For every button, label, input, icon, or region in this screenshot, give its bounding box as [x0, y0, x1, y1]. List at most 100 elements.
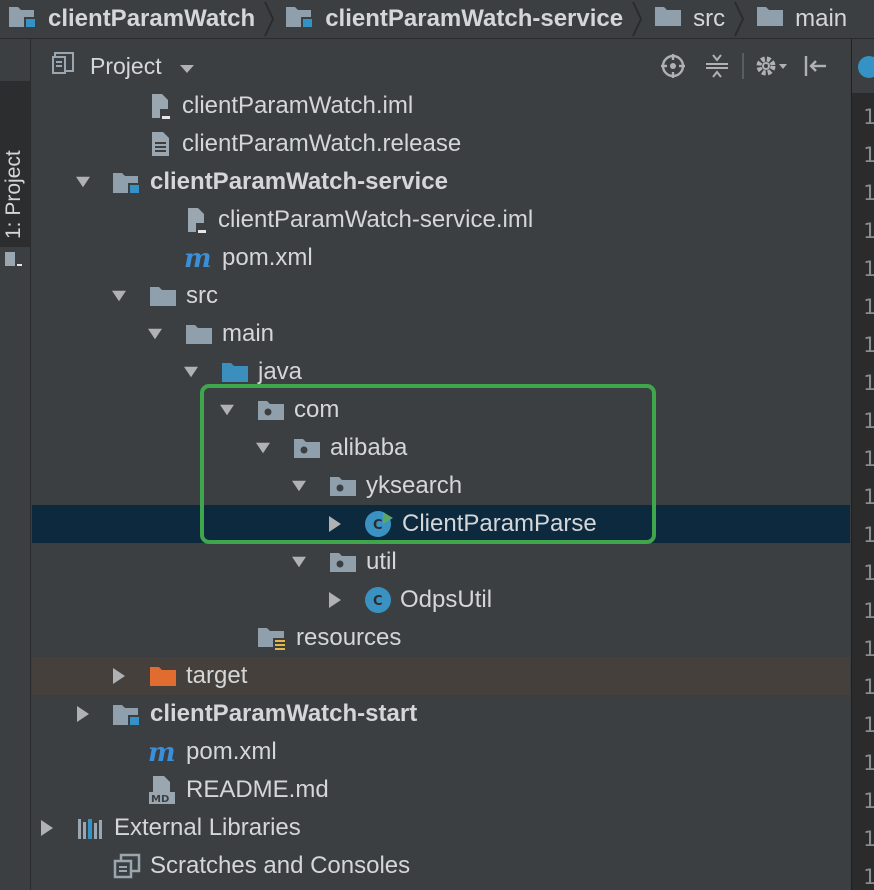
tree-row[interactable]: C ClientParamParse: [32, 505, 850, 543]
project-tool-tab[interactable]: 1: Project: [0, 81, 30, 269]
editor-area: 1111111111111111111111: [851, 39, 874, 890]
tree-row[interactable]: yksearch: [32, 467, 850, 505]
tree-row[interactable]: C OdpsUtil: [32, 581, 850, 619]
tree-row-label: alibaba: [330, 434, 408, 461]
markdown-file-icon: MD: [148, 775, 178, 805]
expanded-arrow-icon[interactable]: [292, 555, 306, 569]
expanded-arrow-icon[interactable]: [256, 441, 270, 455]
tree-row[interactable]: clientParamWatch-service: [32, 163, 850, 201]
collapsed-arrow-icon[interactable]: [76, 706, 90, 722]
package-icon: [256, 397, 286, 423]
resources-folder-icon: [256, 624, 288, 652]
project-view-selector[interactable]: Project: [52, 51, 194, 81]
tree-row[interactable]: main: [32, 315, 850, 353]
iml-file-icon: [184, 206, 210, 234]
tree-row[interactable]: util: [32, 543, 850, 581]
breadcrumb-item[interactable]: clientParamWatch-service: [277, 0, 629, 38]
module-folder-icon: [112, 701, 142, 727]
line-number: 1: [863, 713, 874, 737]
runnable-class-icon: C: [364, 510, 394, 538]
module-folder-icon: [112, 169, 142, 195]
line-number: 1: [863, 865, 874, 889]
tree-row[interactable]: target: [32, 657, 850, 695]
excluded-folder-icon: [148, 663, 178, 689]
expanded-arrow-icon[interactable]: [76, 175, 90, 189]
expanded-arrow-icon[interactable]: [184, 365, 198, 379]
project-tool-tab-label[interactable]: 1: Project: [1, 89, 27, 239]
tree-row-label: yksearch: [366, 472, 463, 499]
collapsed-arrow-icon[interactable]: [328, 516, 342, 532]
svg-text:MD: MD: [151, 794, 169, 805]
editor-tab[interactable]: [852, 39, 874, 94]
iml-file-icon: [148, 92, 174, 120]
locate-icon[interactable]: [656, 49, 690, 83]
collapsed-arrow-icon[interactable]: [328, 592, 342, 608]
tree-row-label: util: [366, 548, 397, 575]
tree-row[interactable]: java: [32, 353, 850, 391]
expanded-arrow-icon[interactable]: [220, 403, 234, 417]
tree-row[interactable]: clientParamWatch-start: [32, 695, 850, 733]
tree-row[interactable]: MD README.md: [32, 771, 850, 809]
line-number: 1: [863, 295, 874, 319]
breadcrumb-label: clientParamWatch-service: [325, 5, 624, 32]
tree-row[interactable]: m pom.xml: [32, 239, 850, 277]
libraries-icon: [76, 815, 106, 841]
package-icon: [328, 549, 358, 575]
tree-row-label: target: [186, 662, 248, 689]
tree-row[interactable]: com: [32, 391, 850, 429]
line-number: 1: [863, 789, 874, 813]
line-number: 1: [863, 143, 874, 167]
line-number: 1: [863, 447, 874, 471]
line-number: 1: [863, 751, 874, 775]
tree-row[interactable]: m pom.xml: [32, 733, 850, 771]
class-icon: C: [364, 586, 392, 614]
svg-text:C: C: [373, 518, 383, 533]
breadcrumb-item[interactable]: main: [747, 0, 853, 38]
tree-row[interactable]: clientParamWatch.release: [32, 125, 850, 163]
tree-row[interactable]: clientParamWatch-service.iml: [32, 201, 850, 239]
expanded-arrow-icon[interactable]: [292, 479, 306, 493]
tree-row[interactable]: alibaba: [32, 429, 850, 467]
module-folder-icon: [8, 3, 38, 36]
tree-row-label: src: [186, 282, 218, 309]
expanded-arrow-icon[interactable]: [148, 327, 162, 341]
line-number: 1: [863, 105, 874, 129]
chevron-down-icon[interactable]: [179, 53, 194, 80]
tree-row-label: java: [258, 358, 303, 385]
tree-row-label: main: [222, 320, 275, 347]
hide-icon[interactable]: [798, 49, 832, 83]
package-icon: [292, 435, 322, 461]
line-number: 1: [863, 181, 874, 205]
project-panel-header: Project: [32, 39, 850, 93]
package-icon: [328, 473, 358, 499]
source-folder-icon: [220, 359, 250, 385]
tree-row[interactable]: Scratches and Consoles: [32, 847, 850, 885]
svg-text:m: m: [184, 245, 212, 271]
breadcrumb-item[interactable]: src: [645, 0, 731, 38]
structure-icon[interactable]: [4, 248, 24, 277]
folder-icon: [653, 3, 683, 36]
expanded-arrow-icon[interactable]: [112, 289, 126, 303]
toolbar-separator: [742, 53, 744, 79]
collapsed-arrow-icon[interactable]: [112, 668, 126, 684]
line-number: 1: [863, 637, 874, 661]
tree-row-label: clientParamWatch-service.iml: [218, 206, 534, 233]
tree-row[interactable]: clientParamWatch.iml: [32, 87, 850, 125]
tree-row-label: pom.xml: [186, 738, 277, 765]
project-panel-title: Project: [90, 52, 162, 79]
tree-row[interactable]: External Libraries: [32, 809, 850, 847]
tree-row[interactable]: resources: [32, 619, 850, 657]
tree-row[interactable]: src: [32, 277, 850, 315]
left-tool-strip: 1: Project: [0, 39, 31, 890]
gear-icon[interactable]: [754, 49, 788, 83]
tree-row-label: clientParamWatch.release: [182, 130, 462, 157]
tree-row-label: Scratches and Consoles: [150, 852, 411, 879]
tree-row-label: resources: [296, 624, 402, 651]
line-number: 1: [863, 827, 874, 851]
collapsed-arrow-icon[interactable]: [40, 820, 54, 836]
navigation-breadcrumb: clientParamWatch clientParamWatch-service…: [0, 0, 874, 39]
tree-row-label: OdpsUtil: [400, 586, 493, 613]
breadcrumb-item[interactable]: clientParamWatch: [0, 0, 261, 38]
collapse-all-icon[interactable]: [700, 49, 734, 83]
folder-icon: [755, 3, 785, 36]
